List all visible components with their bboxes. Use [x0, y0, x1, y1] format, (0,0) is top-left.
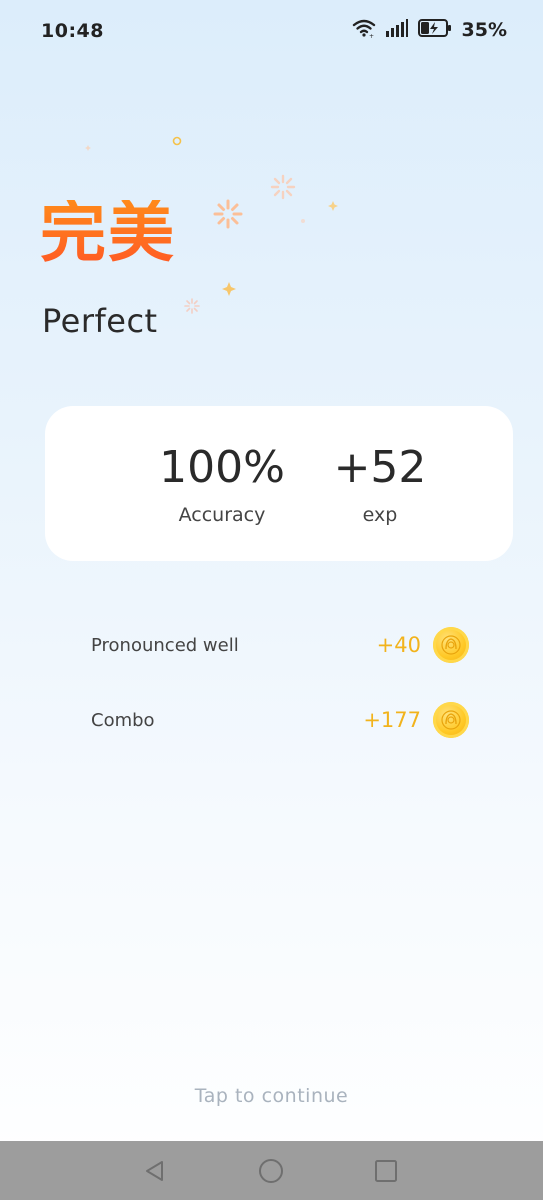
reward-amount: +177 — [363, 708, 421, 732]
recent-apps-icon[interactable] — [373, 1158, 399, 1184]
svg-text:+: + — [369, 33, 374, 38]
status-time: 10:48 — [41, 20, 104, 42]
signal-icon — [385, 19, 408, 41]
home-icon[interactable] — [258, 1158, 284, 1184]
result-title-english: Perfect — [42, 302, 158, 340]
exp-label: exp — [362, 504, 398, 526]
exp-value: +52 — [333, 442, 427, 493]
battery-percent: 35% — [461, 19, 507, 41]
reward-label: Combo — [91, 709, 155, 731]
reward-value-group: +177 — [363, 702, 469, 738]
status-bar: 10:48 + 35% — [0, 0, 543, 64]
reward-row-combo: Combo +177 — [91, 700, 469, 740]
coin-icon — [433, 627, 469, 663]
back-icon[interactable] — [142, 1158, 168, 1184]
reward-amount: +40 — [376, 633, 421, 657]
navigation-bar — [0, 1141, 543, 1200]
reward-label: Pronounced well — [91, 634, 239, 656]
reward-value-group: +40 — [377, 627, 469, 663]
battery-charging-icon — [417, 19, 452, 41]
tap-to-continue-button[interactable]: Tap to continue — [0, 1085, 543, 1107]
exp-stat: +52 exp — [280, 442, 480, 527]
reward-row-pronounced: Pronounced well +40 — [91, 625, 469, 665]
wifi-icon: + — [352, 18, 376, 42]
stats-card: 100% Accuracy +52 exp — [45, 406, 513, 561]
status-icons: + 35% — [352, 18, 507, 42]
coin-icon — [433, 702, 469, 738]
result-title-chinese: 完美 — [40, 194, 176, 271]
